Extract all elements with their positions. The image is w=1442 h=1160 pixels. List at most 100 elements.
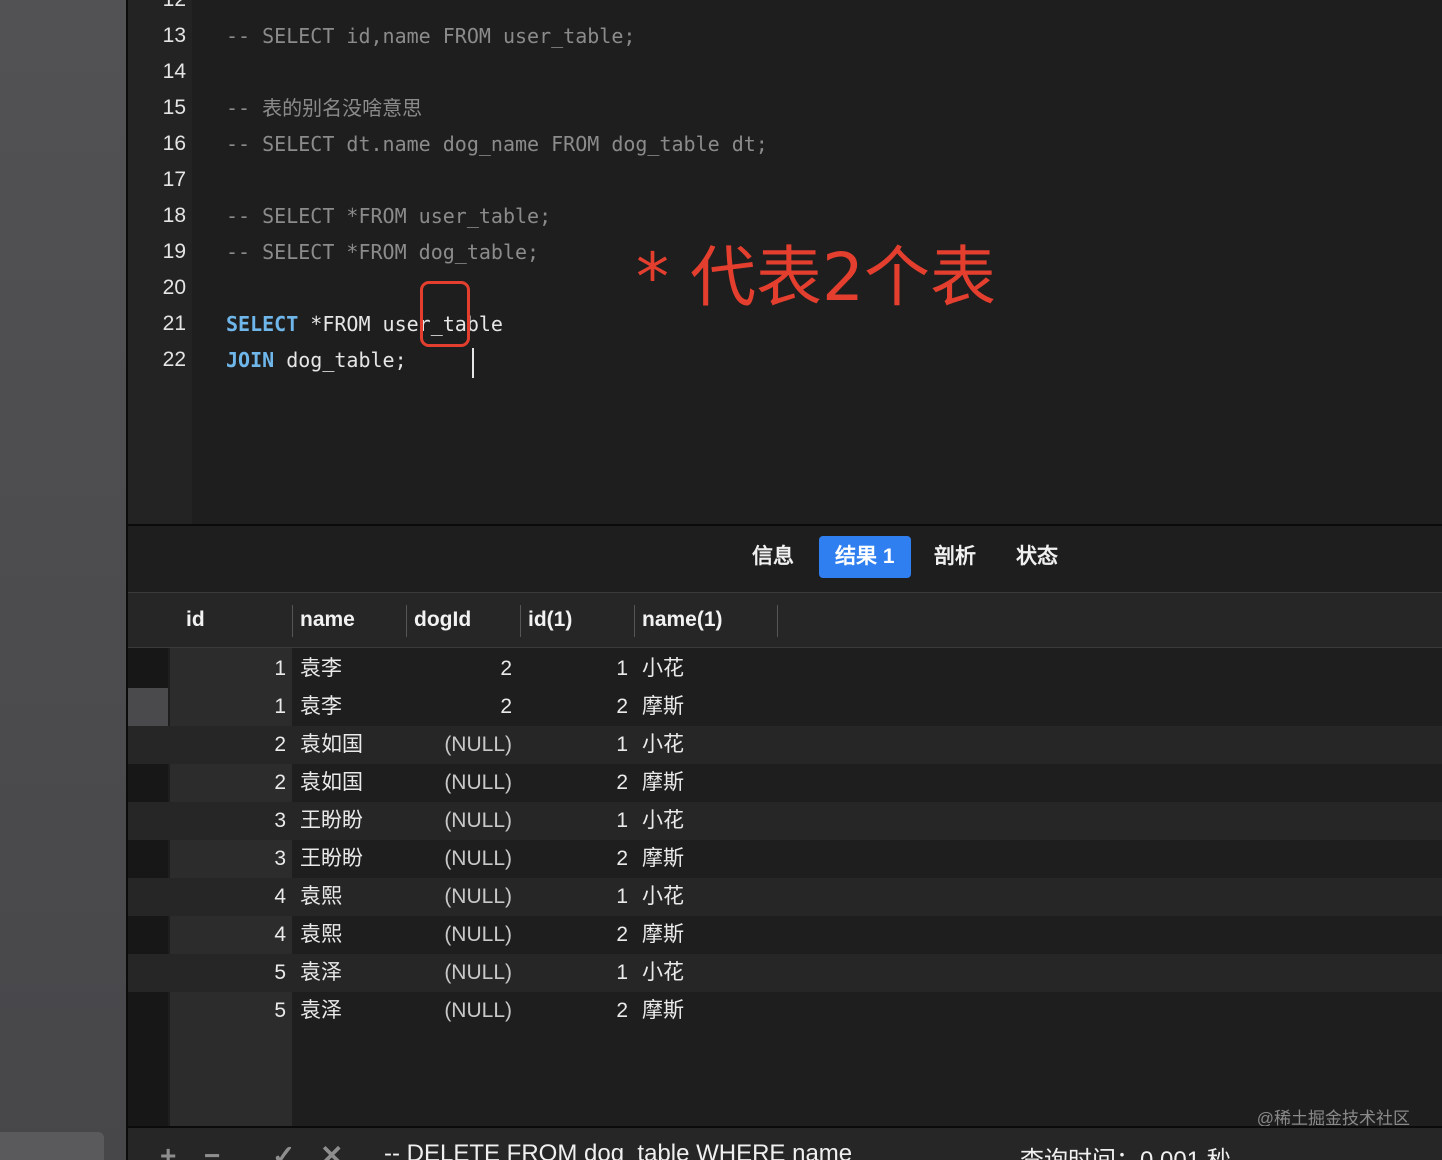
delete-row-icon[interactable]: −: [204, 1142, 220, 1160]
cell-name-1[interactable]: 小花: [642, 726, 778, 764]
cell-id[interactable]: 4: [178, 878, 292, 916]
cell-dogid[interactable]: 2: [406, 688, 512, 726]
line-number: 14: [162, 60, 186, 83]
column-header-name[interactable]: name: [292, 593, 406, 647]
tab-status[interactable]: 状态: [1000, 536, 1074, 578]
cell-id-1[interactable]: 2: [520, 840, 628, 878]
cell-id[interactable]: 5: [178, 954, 292, 992]
cell-name[interactable]: 袁李: [300, 688, 406, 726]
cell-id-1[interactable]: 2: [520, 688, 628, 726]
table-row[interactable]: 4 袁熙 (NULL) 1 小花: [128, 878, 1442, 916]
tab-info[interactable]: 信息: [736, 536, 810, 578]
cell-name[interactable]: 袁泽: [300, 992, 406, 1030]
table-row[interactable]: 5 袁泽 (NULL) 2 摩斯: [128, 992, 1442, 1030]
cell-name-1[interactable]: 小花: [642, 878, 778, 916]
table-row[interactable]: 3 王盼盼 (NULL) 1 小花: [128, 802, 1442, 840]
cell-id-1[interactable]: 2: [520, 764, 628, 802]
row-selected-marker[interactable]: [128, 688, 168, 726]
table-row[interactable]: 2 袁如国 (NULL) 2 摩斯: [128, 764, 1442, 802]
discard-changes-icon[interactable]: ✕: [320, 1142, 343, 1160]
cell-id-1[interactable]: 1: [520, 726, 628, 764]
cell-name[interactable]: 袁泽: [300, 954, 406, 992]
cell-dogid[interactable]: (NULL): [406, 840, 512, 878]
sql-comment: -- SELECT *FROM user_table;: [226, 204, 552, 228]
cell-name[interactable]: 王盼盼: [300, 802, 406, 840]
line-number: 15: [162, 96, 186, 119]
line-number: 20: [162, 276, 186, 299]
cell-name[interactable]: 袁熙: [300, 916, 406, 954]
sql-keyword: SELECT: [226, 312, 299, 336]
cell-id[interactable]: 2: [178, 764, 292, 802]
table-row[interactable]: 3 王盼盼 (NULL) 2 摩斯: [128, 840, 1442, 878]
cell-dogid[interactable]: (NULL): [406, 916, 512, 954]
sql-text: *FROM user_table: [298, 312, 503, 336]
cell-dogid[interactable]: (NULL): [406, 878, 512, 916]
column-header-name-1[interactable]: name(1): [634, 593, 778, 647]
cell-name-1[interactable]: 摩斯: [642, 916, 778, 954]
sidebar-panel: [0, 0, 126, 1160]
cell-dogid[interactable]: (NULL): [406, 726, 512, 764]
code-line[interactable]: -- SELECT id,name FROM user_table;: [226, 18, 635, 54]
column-separator[interactable]: [777, 605, 778, 637]
sidebar-background: [0, 0, 126, 1160]
line-number: 19: [162, 240, 186, 263]
cell-id-1[interactable]: 1: [520, 650, 628, 688]
code-line[interactable]: JOIN dog_table;: [226, 342, 407, 378]
cell-id[interactable]: 1: [178, 650, 292, 688]
cell-id-1[interactable]: 1: [520, 802, 628, 840]
cell-name-1[interactable]: 小花: [642, 954, 778, 992]
tab-result-1[interactable]: 结果 1: [819, 536, 911, 578]
cell-name-1[interactable]: 摩斯: [642, 992, 778, 1030]
tab-profile[interactable]: 剖析: [918, 536, 992, 578]
cell-id-1[interactable]: 2: [520, 992, 628, 1030]
sql-editor[interactable]: 12 13 -- SELECT id,name FROM user_table; 14…: [128, 0, 1442, 524]
annotation-text: * 代表2个表: [636, 239, 996, 316]
cell-dogid[interactable]: 2: [406, 650, 512, 688]
cell-name[interactable]: 袁李: [300, 650, 406, 688]
sql-comment: -- SELECT *FROM dog_table;: [226, 240, 540, 264]
cell-name-1[interactable]: 小花: [642, 802, 778, 840]
cell-name-1[interactable]: 摩斯: [642, 840, 778, 878]
cell-dogid[interactable]: (NULL): [406, 954, 512, 992]
cell-id[interactable]: 3: [178, 802, 292, 840]
column-header-id-1[interactable]: id(1): [520, 593, 634, 647]
cell-dogid[interactable]: (NULL): [406, 802, 512, 840]
cell-name-1[interactable]: 小花: [642, 650, 778, 688]
cell-id[interactable]: 4: [178, 916, 292, 954]
cell-id-1[interactable]: 2: [520, 916, 628, 954]
cell-id[interactable]: 5: [178, 992, 292, 1030]
cell-id[interactable]: 3: [178, 840, 292, 878]
cell-name[interactable]: 袁熙: [300, 878, 406, 916]
cell-name[interactable]: 袁如国: [300, 726, 406, 764]
cell-dogid[interactable]: (NULL): [406, 764, 512, 802]
table-row[interactable]: 4 袁熙 (NULL) 2 摩斯: [128, 916, 1442, 954]
line-number: 12: [128, 0, 186, 18]
cell-dogid[interactable]: (NULL): [406, 992, 512, 1030]
cell-name-1[interactable]: 摩斯: [642, 764, 778, 802]
cell-name[interactable]: 袁如国: [300, 764, 406, 802]
table-row[interactable]: 1 袁李 2 1 小花: [128, 650, 1442, 688]
table-row[interactable]: 1 袁李 2 2 摩斯: [128, 688, 1442, 726]
line-number: 21: [162, 312, 186, 335]
line-number: 17: [162, 168, 186, 191]
apply-changes-icon[interactable]: ✓: [272, 1142, 295, 1160]
cell-name-1[interactable]: 摩斯: [642, 688, 778, 726]
column-header-id[interactable]: id: [178, 593, 292, 647]
column-header-dogid[interactable]: dogId: [406, 593, 520, 647]
table-row[interactable]: 5 袁泽 (NULL) 1 小花: [128, 954, 1442, 992]
code-line[interactable]: -- SELECT *FROM dog_table;: [226, 234, 539, 270]
result-tabs: 信息 结果 1 剖析 状态: [128, 526, 1442, 592]
status-bar: + − ✓ ✕ -- DELETE FROM dog_table WHERE n…: [128, 1128, 1442, 1160]
add-row-icon[interactable]: +: [160, 1142, 176, 1160]
cell-id[interactable]: 1: [178, 688, 292, 726]
code-line[interactable]: -- 表的别名没啥意思: [226, 90, 422, 126]
cell-id-1[interactable]: 1: [520, 954, 628, 992]
cell-id-1[interactable]: 1: [520, 878, 628, 916]
result-grid[interactable]: id name dogId id(1) name(1) 1 袁李 2 1 小花 1 袁李 2 2…: [128, 592, 1442, 1129]
table-row[interactable]: 2 袁如国 (NULL) 1 小花: [128, 726, 1442, 764]
code-line[interactable]: -- SELECT *FROM user_table;: [226, 198, 551, 234]
cell-name[interactable]: 王盼盼: [300, 840, 406, 878]
code-line[interactable]: -- SELECT dt.name dog_name FROM dog_tabl…: [226, 126, 768, 162]
grid-header: id name dogId id(1) name(1): [128, 593, 1442, 648]
cell-id[interactable]: 2: [178, 726, 292, 764]
